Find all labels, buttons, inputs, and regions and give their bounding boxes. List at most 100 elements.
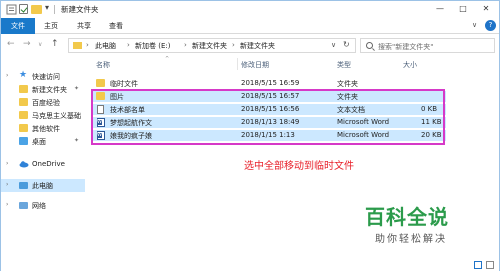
column-header-type[interactable]: 类型: [337, 60, 351, 70]
instruction-annotation: 选中全部移动到临时文件: [244, 161, 354, 172]
file-type: 文本文档: [337, 106, 365, 114]
expand-ribbon-icon[interactable]: ∨: [472, 21, 477, 29]
column-header-date[interactable]: 修改日期: [241, 60, 269, 70]
nav-item-label: OneDrive: [32, 160, 65, 168]
address-dropdown-icon[interactable]: ∨: [331, 41, 336, 49]
title-divider: [54, 5, 55, 14]
title-bar: ▾ 新建文件夹 — □ ✕: [1, 1, 499, 18]
tab-view[interactable]: 查看: [109, 18, 123, 34]
star-icon: ★: [19, 70, 28, 80]
address-bar[interactable]: › 此电脑 › 新加卷 (E:) › 新建文件夹 › 新建文件夹 ∨ ↻: [68, 38, 356, 53]
nav-item-label: 此电脑: [32, 182, 53, 190]
expand-arrow-icon[interactable]: ›: [6, 160, 8, 167]
breadcrumb-separator: ›: [86, 41, 89, 49]
file-name: 临时文件: [110, 80, 138, 88]
ribbon-tabs: 文件 主页 共享 查看 ∨ ?: [1, 18, 499, 34]
breadcrumb-folder[interactable]: 新建文件夹: [192, 41, 227, 51]
refresh-icon[interactable]: ↻: [343, 40, 350, 49]
tab-file[interactable]: 文件: [1, 18, 35, 34]
network-icon: [19, 202, 28, 209]
back-button[interactable]: ←: [7, 39, 15, 49]
file-row[interactable]: 图片 2018/5/15 16:57 文件夹: [91, 91, 446, 102]
expand-arrow-icon[interactable]: ›: [6, 181, 8, 188]
nav-item-label: 网络: [32, 202, 46, 210]
file-name: 梦想起航作文: [110, 119, 152, 127]
nav-item-this-pc[interactable]: › 此电脑: [1, 179, 85, 192]
minimize-button[interactable]: —: [429, 3, 451, 15]
file-name: 图片: [110, 93, 124, 101]
status-bar: [1, 260, 499, 271]
file-row[interactable]: 梦想起航作文 2018/1/13 18:49 Microsoft Word 11…: [91, 117, 446, 128]
nav-item-new-folder[interactable]: 新建文件夹 ✦: [1, 83, 85, 96]
folder-icon: [96, 79, 105, 87]
nav-item-label: 马克思主义基础: [32, 112, 81, 120]
watermark-title: 百科全说: [365, 205, 449, 229]
file-name: 技术部名单: [110, 106, 145, 114]
breadcrumb-this-pc[interactable]: 此电脑: [95, 41, 116, 51]
new-folder-icon[interactable]: [31, 5, 42, 14]
window-title: 新建文件夹: [61, 5, 99, 14]
nav-item-desktop[interactable]: 桌面 ✦: [1, 135, 85, 148]
sort-arrow-icon: ^: [165, 56, 170, 62]
file-type: Microsoft Word: [337, 118, 390, 126]
breadcrumb-separator[interactable]: ›: [184, 41, 187, 49]
close-button[interactable]: ✕: [475, 3, 497, 15]
expand-arrow-icon[interactable]: ›: [6, 201, 8, 208]
text-file-icon: [97, 105, 104, 114]
file-row[interactable]: 技术部名单 2018/5/15 16:56 文本文档 0 KB: [91, 104, 446, 115]
navigation-bar: ← → ∨ ↑ › 此电脑 › 新加卷 (E:) › 新建文件夹 › 新建文件夹…: [1, 34, 499, 56]
properties-icon[interactable]: [6, 4, 17, 15]
nav-item-network[interactable]: › 网络: [1, 199, 85, 212]
explorer-window: ▾ 新建文件夹 — □ ✕ 文件 主页 共享 查看 ∨ ? ← → ∨ ↑ › …: [0, 0, 500, 272]
search-placeholder: 搜索"新建文件夹": [378, 43, 434, 51]
file-size: 0 KB: [421, 105, 438, 113]
file-type: Microsoft Word: [337, 131, 390, 139]
file-date: 2018/1/15 1:13: [241, 131, 295, 139]
maximize-button[interactable]: □: [452, 3, 474, 15]
word-doc-icon: [97, 118, 105, 127]
pin-icon[interactable]: ✦: [74, 85, 79, 92]
file-type: 文件夹: [337, 80, 358, 88]
nav-item-onedrive[interactable]: › OneDrive: [1, 158, 85, 171]
nav-item-baidu-jingyan[interactable]: 百度经验: [1, 96, 85, 109]
breadcrumb-separator[interactable]: ›: [232, 41, 235, 49]
large-icons-view-icon[interactable]: [486, 261, 494, 269]
tab-home[interactable]: 主页: [44, 18, 58, 34]
nav-item-label: 快速访问: [32, 73, 60, 81]
word-doc-icon: [97, 131, 105, 140]
up-button[interactable]: ↑: [51, 39, 59, 49]
watermark-subtitle: 助你轻松解决: [375, 234, 447, 245]
column-header-size[interactable]: 大小: [403, 60, 417, 70]
breadcrumb-current-folder[interactable]: 新建文件夹: [240, 41, 275, 51]
breadcrumb-drive[interactable]: 新加卷 (E:): [135, 41, 170, 51]
folder-icon: [19, 111, 28, 119]
tab-share[interactable]: 共享: [77, 18, 91, 34]
folder-icon: [19, 85, 28, 93]
nav-item-marxism[interactable]: 马克思主义基础: [1, 109, 85, 122]
file-size: 11 KB: [421, 118, 442, 126]
folder-icon: [19, 98, 28, 106]
file-row[interactable]: 临时文件 2018/5/15 16:59 文件夹: [91, 78, 446, 89]
folder-icon: [73, 42, 82, 49]
file-date: 2018/5/15 16:56: [241, 105, 300, 113]
details-view-icon[interactable]: [474, 261, 482, 269]
file-size: 20 KB: [421, 131, 442, 139]
nav-item-label: 新建文件夹: [32, 86, 67, 94]
column-header-name[interactable]: 名称: [96, 60, 110, 70]
search-input[interactable]: 搜索"新建文件夹": [360, 38, 495, 53]
folder-icon: [19, 124, 28, 132]
nav-item-other-software[interactable]: 其他软件: [1, 122, 85, 135]
folder-icon: [96, 92, 105, 100]
expand-arrow-icon[interactable]: ›: [6, 72, 8, 79]
checkbox-icon[interactable]: [19, 4, 28, 14]
help-icon[interactable]: ?: [485, 20, 496, 31]
pin-icon[interactable]: ✦: [74, 137, 79, 144]
file-name: 娘我的疯子娘: [110, 132, 152, 140]
column-divider[interactable]: [237, 58, 238, 70]
forward-button[interactable]: →: [23, 39, 31, 49]
file-row[interactable]: 娘我的疯子娘 2018/1/15 1:13 Microsoft Word 20 …: [91, 130, 446, 141]
nav-item-quick-access[interactable]: › ★ 快速访问: [1, 70, 85, 83]
desktop-icon: [19, 137, 28, 145]
breadcrumb-separator[interactable]: ›: [127, 41, 130, 49]
recent-locations-button[interactable]: ∨: [38, 41, 42, 48]
